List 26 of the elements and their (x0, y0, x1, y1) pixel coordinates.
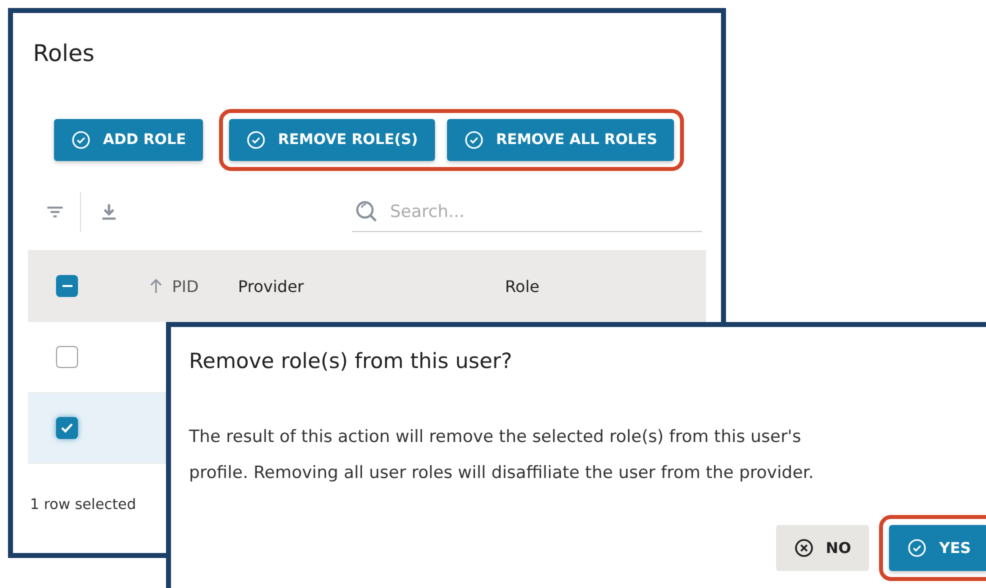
column-header[interactable]: PID (172, 276, 199, 296)
check-circle-icon (71, 130, 91, 150)
row-checkbox[interactable] (56, 346, 78, 368)
dialog-title: Remove role(s) from this user? (189, 349, 514, 373)
minus-icon (62, 285, 72, 287)
search-field[interactable]: Search... (352, 192, 702, 232)
column-header[interactable]: Role (505, 276, 540, 296)
dialog-message: The result of this action will remove the selected role(s) from this user's profile. Removing all user roles will disaffiliate the user from the provider. (189, 426, 815, 485)
check-circle-icon (246, 130, 266, 150)
action-button[interactable]: REMOVE ROLE(S) (228, 119, 435, 161)
select-all-checkbox[interactable] (56, 275, 78, 297)
panel-title: Roles (33, 41, 96, 67)
dialog-button[interactable]: NO (776, 525, 870, 571)
action-button[interactable]: ADD ROLE (54, 119, 203, 161)
check-circle-icon (464, 130, 484, 150)
action-button[interactable]: REMOVE ALL ROLES (446, 119, 674, 161)
dialog-button[interactable]: YES (889, 525, 986, 571)
check-circle-icon (907, 538, 928, 558)
check-icon (61, 423, 73, 433)
close-circle-icon (794, 538, 814, 558)
column-header[interactable]: Provider (238, 276, 505, 296)
row-checkbox[interactable] (56, 417, 78, 439)
selection-count: 1 row selected (30, 497, 138, 513)
table-row[interactable] (28, 393, 166, 464)
search-icon (354, 199, 378, 223)
sort-arrow-icon[interactable] (148, 277, 164, 295)
